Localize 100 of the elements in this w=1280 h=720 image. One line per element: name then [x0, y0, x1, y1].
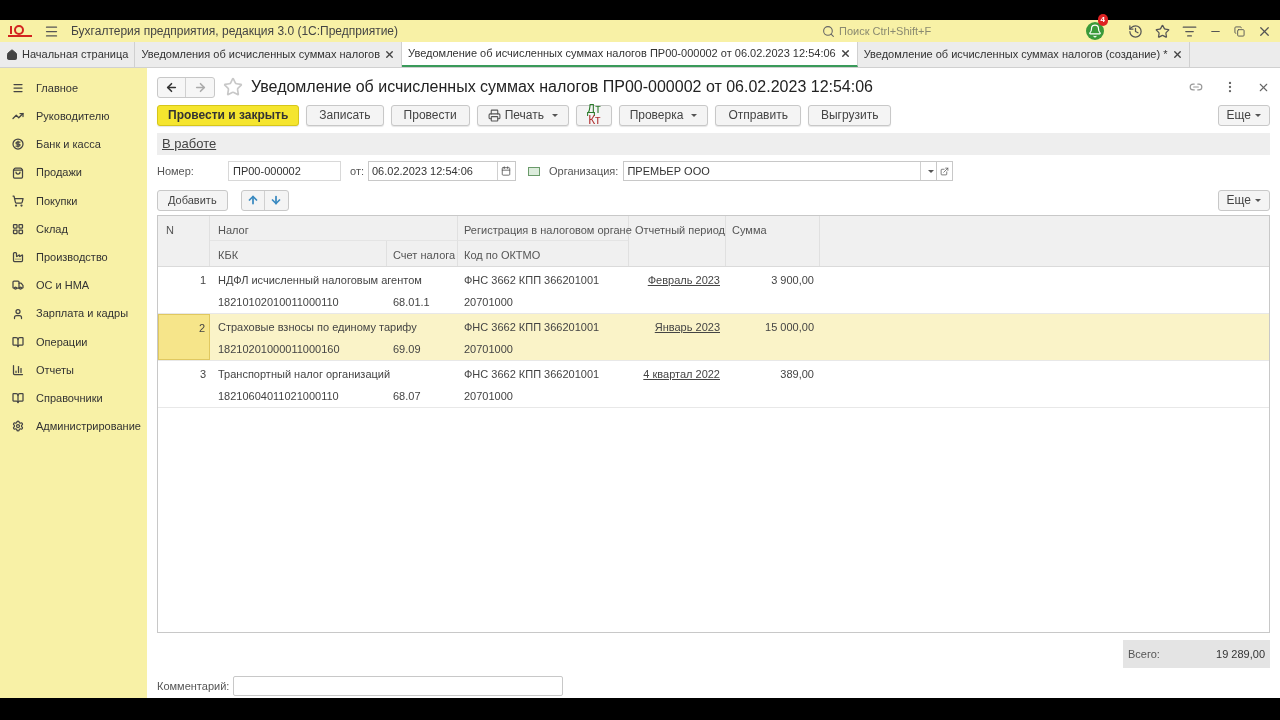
link-icon[interactable] [1189, 80, 1203, 94]
bag-icon [12, 166, 24, 179]
close-icon[interactable] [839, 48, 851, 59]
search-icon [822, 24, 835, 38]
sidebar-item[interactable]: ОС и НМА [0, 271, 147, 300]
status-link[interactable]: В работе [162, 134, 217, 154]
coin-icon [12, 138, 24, 151]
sidebar-item[interactable]: Склад [0, 214, 147, 244]
toolbar-button[interactable]: Выгрузить [807, 104, 892, 126]
date-field[interactable]: 06.02.2023 12:54:06 [368, 161, 516, 181]
table-cell-text: 68.01.1 [392, 295, 431, 310]
table-cell-text: ФНС 3662 КПП 366201001 [463, 367, 601, 382]
column-header[interactable]: Счет налога [387, 241, 458, 266]
more-button[interactable]: Еще [1217, 104, 1270, 126]
table-cell-text: 20701000 [463, 389, 514, 404]
toolbar-button[interactable]: Отправить [715, 104, 801, 126]
period-link[interactable]: 4 квартал 2022 [643, 368, 720, 380]
period-link[interactable]: Февраль 2023 [647, 274, 720, 286]
caret-icon [927, 169, 934, 173]
printer-icon [487, 108, 501, 122]
caret-icon [691, 113, 698, 117]
caret-icon [552, 113, 558, 117]
sidebar-item[interactable]: Администрирование [0, 412, 147, 441]
table-cell: 1 [199, 274, 206, 286]
tab[interactable]: Уведомление об исчисленных суммах налогов ПР00-000002 от 06.02.2023 12:54:06 [402, 42, 858, 67]
history-icon[interactable] [1128, 23, 1143, 39]
document-title: Уведомление об исчисленных суммах налогов ПР00-000002 от 06.02.2023 12:54:06 [251, 77, 873, 97]
tab-label: Уведомление об исчисленных суммах налогов ПР00-000002 от 06.02.2023 12:54:06 [408, 46, 836, 62]
sidebar-item[interactable]: Продажи [0, 158, 147, 187]
restore-icon[interactable] [1234, 25, 1245, 37]
window-title: Бухгалтерия предприятия, редакция 3.0 (1С:Предприятие) [71, 23, 399, 40]
menu-icon[interactable] [44, 23, 59, 39]
table-cell-text: 20701000 [463, 295, 514, 310]
tab-label: Уведомление об исчисленных суммах налогов (создание) * [863, 47, 1168, 63]
column-header[interactable]: Налог [210, 216, 458, 241]
tab-label: Уведомления об исчисленных суммах налогов [141, 47, 381, 63]
home-icon [6, 48, 18, 61]
sidebar-item[interactable]: Руководителю [0, 102, 147, 131]
star-icon[interactable] [1155, 23, 1170, 39]
table-cell-text: НДФЛ исчисленный налоговым агентом [217, 273, 423, 288]
table-cell: 3 [199, 368, 206, 380]
person-icon [12, 307, 24, 320]
sidebar-item[interactable]: Зарплата и кадры [0, 299, 147, 328]
open-icon[interactable] [940, 166, 950, 176]
column-header[interactable]: Сумма [726, 216, 820, 266]
close-icon[interactable] [384, 49, 396, 60]
table-cell: 2 [198, 322, 205, 334]
filter-icon[interactable] [1182, 23, 1197, 39]
logo-icon [8, 25, 32, 37]
column-header[interactable]: Код по ОКТМО [458, 241, 629, 266]
chart-icon [12, 363, 24, 376]
sidebar-item[interactable]: Производство [0, 243, 147, 272]
sidebar-item[interactable]: Главное [0, 74, 147, 103]
book-icon [12, 335, 24, 348]
sidebar-item[interactable]: Справочники [0, 384, 147, 413]
table-cell: 389,00 [780, 368, 814, 380]
table-cell-text: 68.07 [392, 389, 422, 404]
sidebar-item[interactable]: Покупки [0, 186, 147, 215]
table-cell: 15 000,00 [765, 321, 814, 333]
sidebar-item[interactable]: Отчеты [0, 355, 147, 385]
number-field[interactable]: ПР00-000002 [228, 161, 341, 181]
comment-label: Комментарий: [157, 678, 230, 694]
add-button[interactable]: Добавить [157, 189, 228, 211]
toolbar-button[interactable]: Записать [306, 104, 384, 126]
post-and-close-button[interactable]: Провести и закрыть [157, 104, 300, 126]
period-link[interactable]: Январь 2023 [654, 321, 720, 333]
close-icon[interactable] [1171, 49, 1183, 60]
table-row[interactable]: 2 Страховые взносы по единому тарифу ФНС 3662 КПП 366201001 Январь 2023 15 000,00 18210201000011000160 69.09 20701000 [158, 314, 1269, 361]
notification-badge: 4 [1097, 14, 1108, 26]
table-cell-text: Транспортный налог организаций [217, 367, 392, 382]
cart-icon [12, 194, 24, 207]
table-cell-text: 18210201000011000160 [217, 342, 341, 357]
check-button[interactable]: Проверка [618, 104, 709, 126]
factory-icon [12, 251, 24, 264]
toolbar-button[interactable]: Провести [390, 104, 470, 126]
arrow-up-icon [246, 194, 259, 206]
tab-label: Начальная страница [22, 47, 129, 63]
truck-icon [12, 279, 24, 292]
organization-label: Организация: [549, 163, 619, 179]
total-label: Всего: [1128, 646, 1160, 662]
table-cell-text: 69.09 [392, 342, 422, 357]
bell-icon[interactable] [1086, 22, 1104, 40]
date-label: от: [350, 163, 364, 179]
column-header[interactable]: N [158, 216, 210, 266]
more-button[interactable]: Еще [1217, 189, 1270, 211]
organization-field[interactable]: ПРЕМЬЕР ООО [623, 161, 938, 181]
sidebar-item[interactable]: Банк и касса [0, 130, 147, 159]
settings-icon [12, 420, 24, 433]
book-icon [12, 392, 24, 405]
comment-field[interactable] [233, 676, 564, 696]
caret-icon [1255, 113, 1261, 117]
grid-icon [12, 223, 24, 236]
debit-credit-button[interactable]: Дт Кт [576, 104, 612, 126]
sidebar-item[interactable]: Операции [0, 327, 147, 356]
table-cell-text: 18210102010011000110 [217, 295, 340, 310]
table-cell-text: ФНС 3662 КПП 366201001 [463, 273, 601, 288]
number-label: Номер: [157, 163, 195, 179]
caret-icon [1255, 198, 1261, 202]
print-button[interactable]: Печать [476, 104, 569, 126]
column-header[interactable]: КБК [210, 241, 387, 266]
